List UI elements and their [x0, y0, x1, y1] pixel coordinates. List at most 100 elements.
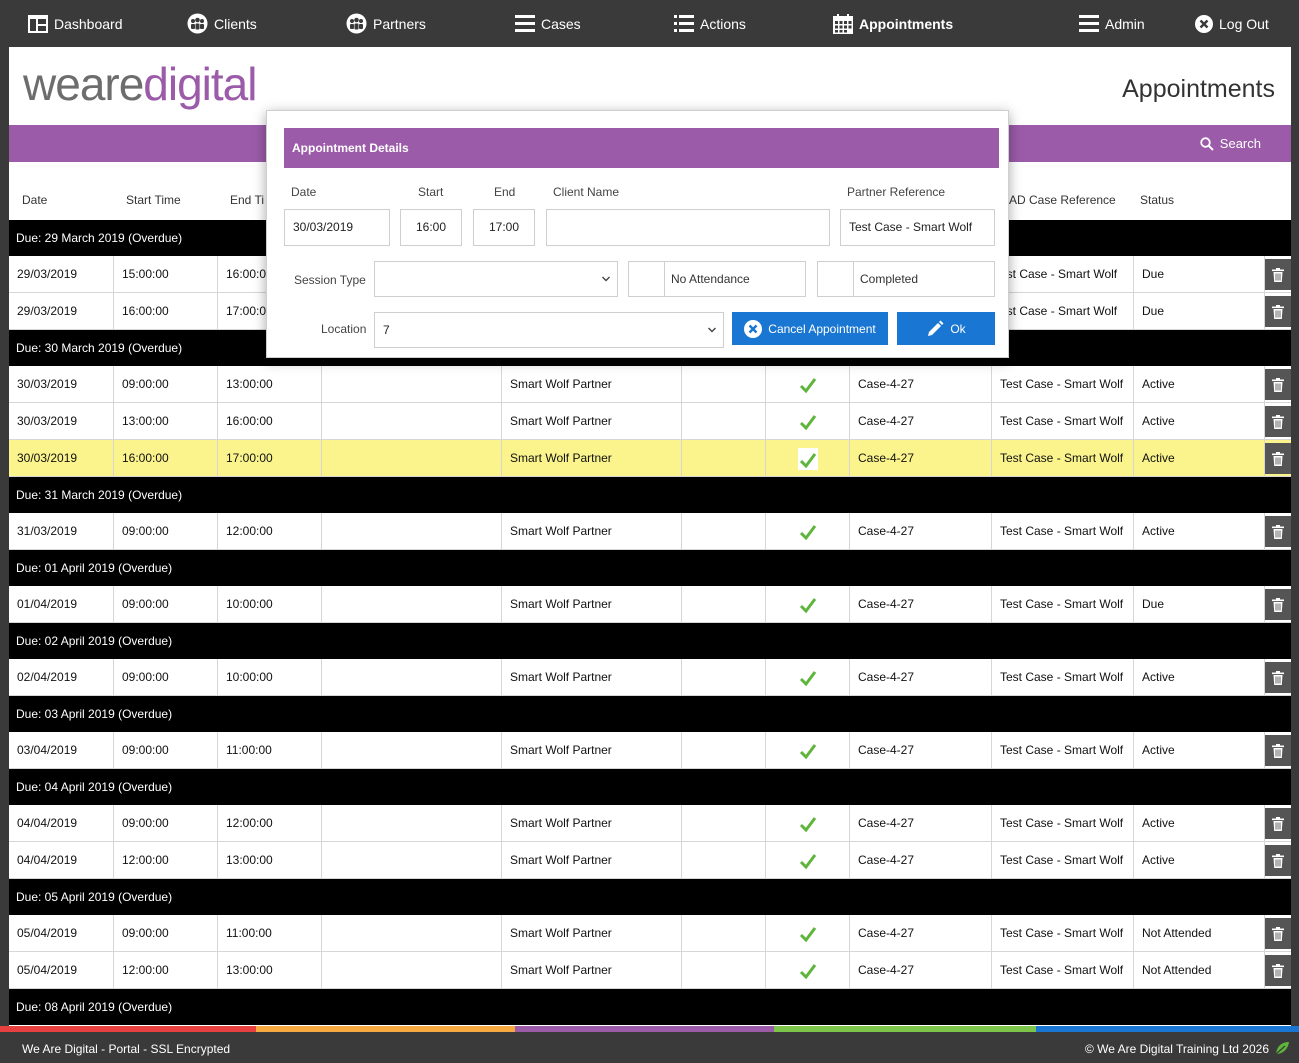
cell-blank	[682, 586, 766, 622]
nav-clients[interactable]: Clients	[187, 0, 257, 47]
delete-button[interactable]	[1265, 735, 1291, 766]
cell-end: 13:00:00	[218, 842, 322, 878]
checkmark-icon	[799, 414, 816, 431]
hamburger-icon	[1079, 15, 1099, 32]
no-attendance-checkbox[interactable]: No Attendance	[628, 261, 806, 297]
table-row[interactable]: 04/04/2019 09:00:00 12:00:00 Smart Wolf Par…	[9, 805, 1291, 842]
table-row[interactable]: 04/04/2019 12:00:00 13:00:00 Smart Wolf Par…	[9, 842, 1291, 879]
close-circle-icon	[744, 319, 763, 338]
ok-button[interactable]: Ok	[897, 312, 995, 345]
top-nav: Dashboard Clients Partners Cases Actions…	[0, 0, 1299, 47]
table-row[interactable]: 03/04/2019 09:00:00 11:00:00 Smart Wolf Par…	[9, 732, 1291, 769]
trash-icon	[1272, 963, 1284, 978]
checkmark-wrap	[799, 926, 817, 943]
nav-cases[interactable]: Cases	[515, 0, 581, 47]
group-header: Due: 31 March 2019 (Overdue)	[9, 477, 1291, 513]
nav-actions[interactable]: Actions	[674, 0, 746, 47]
delete-button[interactable]	[1265, 259, 1291, 290]
cell-partner: Smart Wolf Partner	[502, 586, 682, 622]
checkmark-icon	[799, 963, 816, 980]
delete-button[interactable]	[1265, 516, 1291, 547]
partners-icon	[346, 13, 367, 34]
col-header-date[interactable]: Date	[22, 184, 47, 220]
table-row[interactable]: 05/04/2019 12:00:00 13:00:00 Smart Wolf Par…	[9, 952, 1291, 989]
cell-check	[766, 842, 850, 878]
cancel-appointment-label: Cancel Appointment	[768, 321, 876, 336]
checkmark-wrap	[799, 670, 817, 687]
delete-button[interactable]	[1265, 406, 1291, 437]
checkmark-icon	[799, 597, 816, 614]
cell-client	[322, 366, 502, 402]
checkmark-wrap	[799, 597, 817, 614]
col-header-start[interactable]: Start Time	[126, 184, 181, 220]
cell-client	[322, 586, 502, 622]
nav-appointments[interactable]: Appointments	[833, 0, 953, 47]
client-name-field[interactable]	[546, 209, 830, 246]
cell-client	[322, 842, 502, 878]
col-header-end[interactable]: End Ti	[230, 184, 264, 220]
table-row[interactable]: 31/03/2019 09:00:00 12:00:00 Smart Wolf Par…	[9, 513, 1291, 550]
cell-end: 13:00:00	[218, 952, 322, 988]
completed-label: Completed	[860, 272, 919, 286]
cell-end: 17:00:00	[218, 440, 322, 476]
table-row[interactable]: 30/03/2019 16:00:00 17:00:00 Smart Wolf Par…	[9, 440, 1291, 477]
checkmark-wrap	[799, 816, 817, 833]
col-header-status[interactable]: Status	[1140, 184, 1174, 220]
start-label: Start	[418, 185, 444, 199]
date-field[interactable]: 30/03/2019	[284, 209, 390, 246]
start-time-field[interactable]: 16:00	[400, 209, 462, 246]
col-header-case-reference[interactable]: AD Case Reference	[1009, 184, 1116, 220]
cell-case: Case-4-27	[850, 915, 992, 951]
cell-ref: Test Case - Smart Wolf	[992, 659, 1134, 695]
session-type-select[interactable]	[374, 261, 618, 297]
table-row[interactable]: 01/04/2019 09:00:00 10:00:00 Smart Wolf Par…	[9, 586, 1291, 623]
cell-check	[766, 659, 850, 695]
cell-ref: est Case - Smart Wolf	[992, 293, 1134, 329]
delete-button[interactable]	[1265, 955, 1291, 986]
checkbox-box[interactable]	[629, 262, 665, 296]
cell-start: 09:00:00	[114, 659, 218, 695]
cell-partner: Smart Wolf Partner	[502, 513, 682, 549]
delete-button[interactable]	[1265, 589, 1291, 620]
cell-start: 09:00:00	[114, 805, 218, 841]
cell-blank	[682, 659, 766, 695]
cell-blank	[682, 366, 766, 402]
checkmark-wrap	[799, 963, 817, 980]
nav-dashboard[interactable]: Dashboard	[28, 0, 123, 47]
end-time-field[interactable]: 17:00	[473, 209, 535, 246]
cell-check	[766, 805, 850, 841]
delete-button[interactable]	[1265, 296, 1291, 327]
delete-button[interactable]	[1265, 808, 1291, 839]
delete-button[interactable]	[1265, 443, 1291, 474]
cell-end: 16:00:00	[218, 403, 322, 439]
delete-button[interactable]	[1265, 845, 1291, 876]
cell-start: 12:00:00	[114, 952, 218, 988]
checkbox-box[interactable]	[818, 262, 854, 296]
nav-logout[interactable]: Log Out	[1195, 0, 1269, 47]
table-row[interactable]: 30/03/2019 13:00:00 16:00:00 Smart Wolf Par…	[9, 403, 1291, 440]
cell-start: 09:00:00	[114, 915, 218, 951]
cell-partner: Smart Wolf Partner	[502, 403, 682, 439]
checkmark-wrap	[799, 853, 817, 870]
table-row[interactable]: 30/03/2019 09:00:00 13:00:00 Smart Wolf Par…	[9, 366, 1291, 403]
nav-partners[interactable]: Partners	[346, 0, 426, 47]
delete-button[interactable]	[1265, 662, 1291, 693]
nav-admin[interactable]: Admin	[1079, 0, 1145, 47]
cancel-appointment-button[interactable]: Cancel Appointment	[732, 312, 888, 345]
cell-blank	[682, 915, 766, 951]
location-select[interactable]: 7	[374, 312, 724, 348]
completed-checkbox[interactable]: Completed	[817, 261, 995, 297]
cell-date: 03/04/2019	[9, 732, 114, 768]
cell-status: Active	[1134, 842, 1265, 878]
cell-check	[766, 403, 850, 439]
nav-admin-label: Admin	[1105, 15, 1145, 32]
table-row[interactable]: 02/04/2019 09:00:00 10:00:00 Smart Wolf Par…	[9, 659, 1291, 696]
delete-button[interactable]	[1265, 369, 1291, 400]
cell-blank	[682, 732, 766, 768]
table-row[interactable]: 05/04/2019 09:00:00 11:00:00 Smart Wolf Par…	[9, 915, 1291, 952]
cell-end: 11:00:00	[218, 732, 322, 768]
partner-reference-field[interactable]: Test Case - Smart Wolf	[840, 209, 995, 246]
search-button[interactable]: Search	[1200, 125, 1261, 162]
client-name-label: Client Name	[553, 185, 620, 199]
delete-button[interactable]	[1265, 918, 1291, 949]
